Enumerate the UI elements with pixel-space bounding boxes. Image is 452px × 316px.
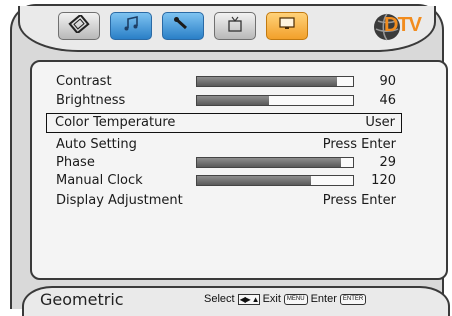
tab-picture[interactable] bbox=[58, 12, 100, 40]
dtv-logo-text: DTV bbox=[384, 14, 422, 36]
menu-item-label: Color Temperature bbox=[55, 115, 176, 130]
brightness-slider[interactable] bbox=[196, 95, 354, 106]
tab-setup[interactable] bbox=[162, 12, 204, 40]
tab-display[interactable] bbox=[266, 12, 308, 40]
menu-item-value: 29 bbox=[379, 155, 396, 170]
menu-item-value: 120 bbox=[371, 173, 396, 188]
menu-item-auto-setting[interactable]: Auto Setting Press Enter bbox=[56, 137, 396, 153]
menu-item-value: User bbox=[365, 115, 395, 130]
menu-item-display-adjustment[interactable]: Display Adjustment Press Enter bbox=[56, 193, 396, 209]
menu-key-icon: MENU bbox=[283, 293, 308, 305]
slider-fill bbox=[197, 158, 341, 167]
slider-fill bbox=[197, 77, 338, 86]
menu-item-phase[interactable]: Phase 29 bbox=[56, 155, 396, 171]
menu-item-contrast[interactable]: Contrast 90 bbox=[56, 74, 396, 90]
slider-fill bbox=[197, 96, 269, 105]
enter-key-icon: ENTER bbox=[339, 293, 367, 305]
menu-item-label: Auto Setting bbox=[56, 137, 137, 152]
wrench-icon bbox=[173, 16, 193, 36]
monitor-icon bbox=[277, 16, 297, 36]
enter-hint-label: Enter bbox=[310, 293, 337, 305]
select-hint-label: Select bbox=[204, 293, 235, 305]
menu-item-value: Press Enter bbox=[322, 193, 396, 208]
menu-item-label: Manual Clock bbox=[56, 173, 143, 188]
menu-item-value: 46 bbox=[379, 93, 396, 108]
exit-hint-label: Exit bbox=[262, 293, 281, 305]
manual-clock-slider[interactable] bbox=[196, 175, 354, 186]
menu-item-value: 90 bbox=[379, 74, 396, 89]
menu-item-label: Display Adjustment bbox=[56, 193, 183, 208]
tv-icon bbox=[226, 15, 244, 37]
menu-item-value: Press Enter bbox=[322, 137, 396, 152]
menu-item-color-temperature[interactable]: Color Temperature User bbox=[46, 113, 402, 133]
menu-item-label: Phase bbox=[56, 155, 95, 170]
page-title: Geometric bbox=[40, 290, 124, 309]
arrow-keys-icon: ◀ ▶ ▲ bbox=[237, 293, 260, 305]
menu-item-brightness[interactable]: Brightness 46 bbox=[56, 93, 396, 109]
picture-icon bbox=[68, 13, 90, 37]
music-icon bbox=[122, 16, 140, 36]
tab-icons bbox=[58, 12, 308, 44]
tab-tv[interactable] bbox=[214, 12, 256, 40]
menu-item-label: Contrast bbox=[56, 74, 112, 89]
key-hints: Select ◀ ▶ ▲ Exit MENU Enter ENTER bbox=[204, 293, 367, 305]
menu-item-manual-clock[interactable]: Manual Clock 120 bbox=[56, 173, 396, 189]
contrast-slider[interactable] bbox=[196, 76, 354, 87]
slider-fill bbox=[197, 176, 311, 185]
menu-item-label: Brightness bbox=[56, 93, 126, 108]
phase-slider[interactable] bbox=[196, 157, 354, 168]
tab-sound[interactable] bbox=[110, 12, 152, 40]
dtv-logo: DTV bbox=[372, 10, 428, 44]
